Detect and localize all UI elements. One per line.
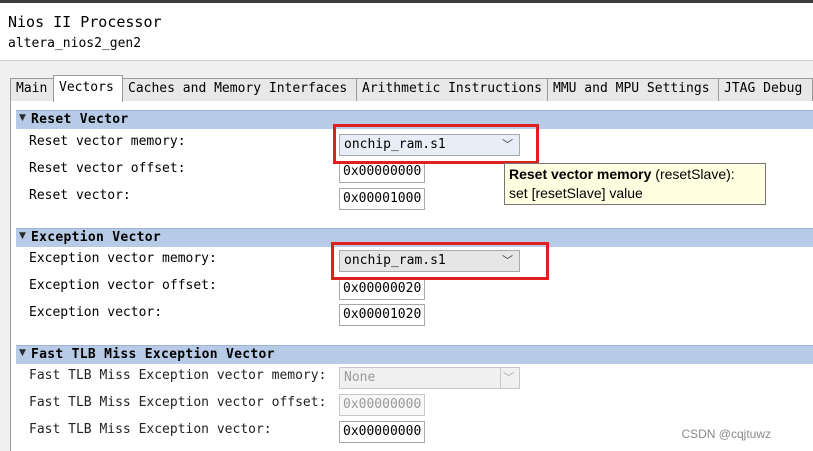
- section-title: Reset Vector: [31, 112, 129, 127]
- tooltip-param: (resetSlave):: [651, 166, 735, 182]
- tooltip-description: set [resetSlave] value: [509, 185, 643, 201]
- reset-vector-offset-label: Reset vector offset:: [29, 161, 186, 176]
- reset-vector-memory-label: Reset vector memory:: [29, 134, 186, 149]
- highlight-box: [331, 242, 549, 280]
- reset-vector-label: Reset vector:: [29, 188, 131, 203]
- select-value: None: [344, 370, 376, 385]
- tab-jtag-debug[interactable]: JTAG Debug: [718, 78, 813, 101]
- tooltip: Reset vector memory (resetSlave): set [r…: [504, 163, 766, 205]
- component-subtitle: altera_nios2_gen2: [8, 36, 142, 51]
- tlb-miss-vector-label: Fast TLB Miss Exception vector:: [29, 422, 272, 437]
- component-title: Nios II Processor: [8, 13, 162, 31]
- reset-vector-field[interactable]: 0x00001000: [339, 188, 425, 210]
- watermark: CSDN @cqjtuwz: [681, 427, 771, 441]
- collapse-triangle-icon[interactable]: ▼: [19, 113, 26, 123]
- chevron-down-icon: ﹀: [503, 371, 514, 384]
- tlb-miss-memory-label: Fast TLB Miss Exception vector memory:: [29, 368, 327, 383]
- tlb-miss-memory-select[interactable]: None ﹀: [339, 367, 520, 389]
- exception-vector-memory-label: Exception vector memory:: [29, 251, 217, 266]
- exception-vector-label: Exception vector:: [29, 305, 163, 320]
- tlb-miss-section-header[interactable]: ▼ Fast TLB Miss Exception Vector: [16, 345, 813, 364]
- section-title: Fast TLB Miss Exception Vector: [31, 347, 275, 362]
- tab-arithmetic[interactable]: Arithmetic Instructions: [356, 78, 548, 101]
- tlb-miss-offset-field[interactable]: 0x00000000: [339, 394, 425, 416]
- highlight-box: [333, 124, 539, 164]
- tooltip-title: Reset vector memory: [509, 166, 652, 182]
- tab-vectors[interactable]: Vectors: [53, 75, 123, 102]
- exception-vector-field[interactable]: 0x00001020: [339, 304, 425, 326]
- collapse-triangle-icon[interactable]: ▼: [19, 231, 26, 241]
- component-header: Nios II Processor altera_nios2_gen2: [0, 3, 813, 61]
- exception-vector-offset-field[interactable]: 0x00000020: [339, 278, 425, 300]
- tab-mmu-mpu[interactable]: MMU and MPU Settings: [547, 78, 719, 101]
- tab-caches-memory[interactable]: Caches and Memory Interfaces: [122, 78, 357, 101]
- tab-main[interactable]: Main: [10, 78, 54, 101]
- tlb-miss-offset-label: Fast TLB Miss Exception vector offset:: [29, 395, 327, 410]
- section-title: Exception Vector: [31, 230, 162, 245]
- tab-bar: Main Vectors Caches and Memory Interface…: [10, 75, 813, 102]
- exception-vector-offset-label: Exception vector offset:: [29, 278, 217, 293]
- tlb-miss-vector-field[interactable]: 0x00000000: [339, 421, 425, 443]
- reset-vector-offset-field[interactable]: 0x00000000: [339, 161, 425, 183]
- collapse-triangle-icon[interactable]: ▼: [19, 348, 26, 358]
